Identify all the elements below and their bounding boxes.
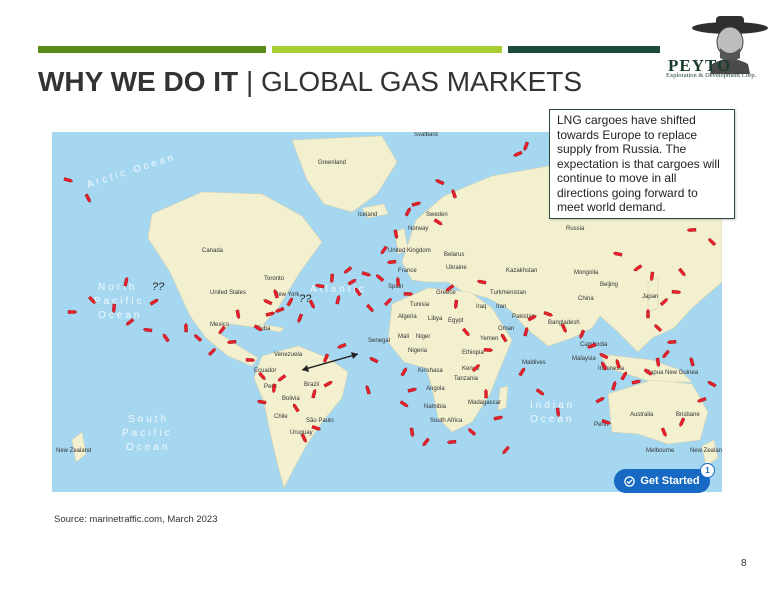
place-greenland: Greenland <box>318 160 346 166</box>
ocean-label-south-pacific-3: Ocean <box>126 442 170 453</box>
title-separator: | <box>245 66 254 97</box>
lng-ship-marker <box>646 308 650 319</box>
lng-ship-marker <box>484 388 488 399</box>
place-svalbard: Svalbard <box>414 132 438 138</box>
place-niger: Niger <box>416 334 430 340</box>
place-sao-paulo: São Paulo <box>306 418 334 424</box>
place-china: China <box>578 296 594 302</box>
get-started-label: Get Started <box>640 475 700 487</box>
place-canada: Canada <box>202 248 224 254</box>
place-indonesia: Indonesia <box>598 366 625 372</box>
ocean-label-south-pacific-1: South <box>128 414 169 425</box>
place-ecuador: Ecuador <box>254 368 276 374</box>
notification-badge: 1 <box>700 463 715 478</box>
header-bar-lime <box>272 46 502 53</box>
place-south-africa: South Africa <box>430 418 463 424</box>
place-namibia: Namibia <box>424 404 447 410</box>
place-melbourne: Melbourne <box>646 448 675 454</box>
place-france: France <box>398 268 417 274</box>
place-mexico: Mexico <box>210 322 230 328</box>
place-uk: United Kingdom <box>388 248 431 254</box>
ocean-label-north-pacific-1: North <box>98 282 137 293</box>
place-brazil: Brazil <box>304 382 319 388</box>
place-russia: Russia <box>566 226 585 232</box>
place-ukraine: Ukraine <box>446 265 467 271</box>
place-new-zealand-east: New Zealand <box>690 448 722 454</box>
place-venezuela: Venezuela <box>274 352 303 358</box>
header-bar-green <box>38 46 266 53</box>
ocean-label-indian-2: Ocean <box>530 414 574 425</box>
lng-ship-marker <box>403 292 414 296</box>
place-united-states: United States <box>210 290 246 296</box>
place-iran: Iran <box>496 304 506 310</box>
question-mark-atlantic: ?? <box>299 293 312 305</box>
place-beijing: Beijing <box>600 282 618 288</box>
place-bolivia: Bolivia <box>282 396 300 402</box>
place-brisbane: Brisbane <box>676 412 700 418</box>
place-norway: Norway <box>408 226 428 232</box>
place-belarus: Belarus <box>444 252 464 258</box>
place-japan: Japan <box>642 294 658 300</box>
place-egypt: Egypt <box>448 318 464 324</box>
page-title: WHY WE DO IT | GLOBAL GAS MARKETS <box>38 66 582 98</box>
place-chile: Chile <box>274 414 288 420</box>
place-oman: Oman <box>498 326 514 332</box>
ocean-label-north-pacific-2: Pacific <box>94 296 144 307</box>
place-ethiopia: Ethiopia <box>462 350 484 356</box>
place-madagascar: Madagascar <box>468 400 501 406</box>
place-new-zealand-west: New Zealand <box>56 448 91 454</box>
header-bar-dark <box>508 46 660 53</box>
place-algeria: Algeria <box>398 314 417 320</box>
ocean-label-south-pacific-2: Pacific <box>122 428 172 439</box>
ocean-label-indian-1: Indian <box>530 400 575 411</box>
lng-callout: LNG cargoes have shifted towards Europe … <box>549 109 735 219</box>
page-number: 8 <box>741 558 747 569</box>
place-tanzania: Tanzania <box>454 376 479 382</box>
place-australia: Australia <box>630 412 654 418</box>
place-malaysia: Malaysia <box>572 356 596 362</box>
place-kinshasa: Kinshasa <box>418 368 443 374</box>
title-rest: GLOBAL GAS MARKETS <box>261 66 583 97</box>
place-senegal: Senegal <box>368 338 390 344</box>
place-mongolia: Mongolia <box>574 270 599 276</box>
place-spain: Spain <box>388 284 403 290</box>
lng-ship-marker <box>67 310 78 314</box>
place-yemen: Yemen <box>480 336 498 342</box>
place-kazakhstan: Kazakhstan <box>506 268 537 274</box>
question-mark-pacific: ?? <box>152 281 165 293</box>
source-note: Source: marinetraffic.com, March 2023 <box>54 514 218 525</box>
ocean-label-north-pacific-3: Ocean <box>98 310 142 321</box>
place-angola: Angola <box>426 386 445 392</box>
place-png: Papua New Guinea <box>646 370 699 376</box>
title-bold: WHY WE DO IT <box>38 66 239 97</box>
logo-subtitle: Exploration & Development Corp. <box>666 72 757 79</box>
place-nigeria: Nigeria <box>408 348 428 354</box>
place-iraq: Iraq <box>476 304 486 310</box>
place-turkmenistan: Turkmenistan <box>490 290 526 296</box>
place-sweden: Sweden <box>426 212 448 218</box>
check-circle-icon <box>624 475 636 487</box>
place-toronto: Toronto <box>264 276 285 282</box>
place-libya: Libya <box>428 316 443 322</box>
place-maldives: Maldives <box>522 360 546 366</box>
place-iceland: Iceland <box>358 212 377 218</box>
get-started-button[interactable]: Get Started <box>614 469 710 493</box>
place-tunisia: Tunisia <box>410 302 430 308</box>
place-mali: Mali <box>398 334 409 340</box>
